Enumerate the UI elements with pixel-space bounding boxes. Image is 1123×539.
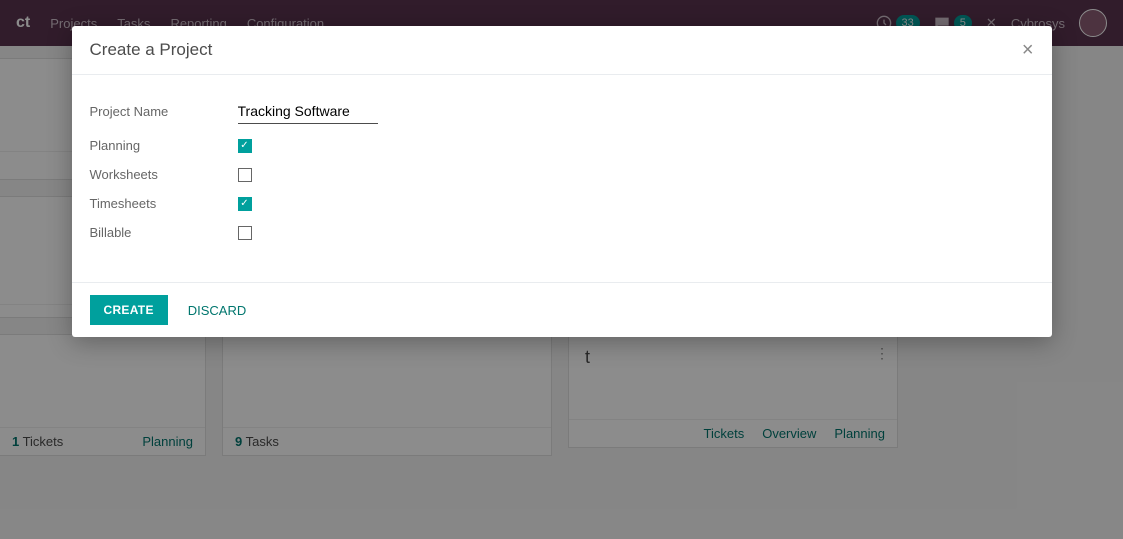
project-name-input[interactable]: [238, 99, 378, 124]
timesheets-label: Timesheets: [90, 196, 238, 211]
planning-label: Planning: [90, 138, 238, 153]
worksheets-checkbox[interactable]: [238, 168, 252, 182]
create-button[interactable]: CREATE: [90, 295, 168, 325]
discard-button[interactable]: DISCARD: [188, 303, 247, 318]
create-project-modal: Create a Project × Project Name Planning…: [72, 26, 1052, 337]
modal-header: Create a Project ×: [72, 26, 1052, 75]
timesheets-checkbox[interactable]: ✓: [238, 197, 252, 211]
planning-checkbox[interactable]: ✓: [238, 139, 252, 153]
billable-checkbox[interactable]: [238, 226, 252, 240]
modal-overlay[interactable]: Create a Project × Project Name Planning…: [0, 0, 1123, 539]
worksheets-label: Worksheets: [90, 167, 238, 182]
project-name-label: Project Name: [90, 104, 238, 119]
billable-label: Billable: [90, 225, 238, 240]
modal-footer: CREATE DISCARD: [72, 282, 1052, 337]
close-icon[interactable]: ×: [1022, 40, 1034, 60]
modal-body: Project Name Planning ✓ Worksheets Times…: [72, 75, 1052, 282]
modal-title: Create a Project: [90, 40, 1022, 60]
